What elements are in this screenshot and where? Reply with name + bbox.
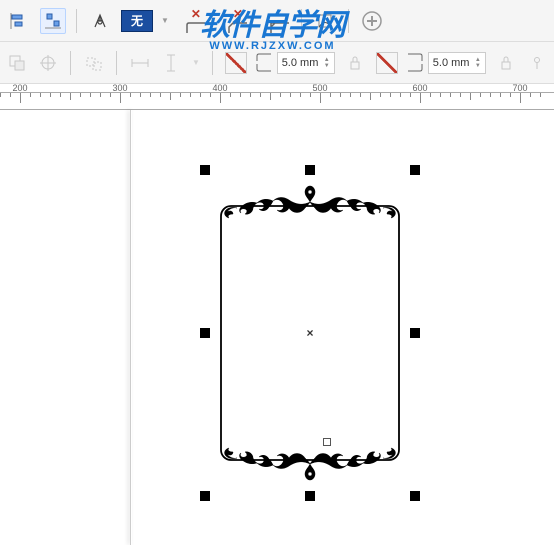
ruler-label: 600 (412, 83, 427, 93)
target-button[interactable] (37, 50, 58, 76)
handle-mid-left[interactable] (200, 328, 210, 338)
caret-icon: ▼ (192, 58, 200, 67)
handle-mid-right[interactable] (410, 328, 420, 338)
fill-none-button[interactable]: 无 (121, 10, 153, 32)
group-button[interactable] (83, 50, 104, 76)
corner-style-1-icon[interactable] (185, 21, 207, 35)
convert-curve-button[interactable] (312, 8, 338, 34)
corner-style-2-icon[interactable] (227, 21, 249, 35)
separator (212, 51, 213, 75)
separator (70, 51, 71, 75)
align-left-button[interactable] (6, 8, 32, 34)
pen-tool-button[interactable] (87, 8, 113, 34)
handle-top-left[interactable] (200, 165, 210, 175)
outline-color-swatch[interactable] (225, 52, 247, 74)
lock-button-2[interactable] (496, 50, 517, 76)
size-value-2: 5.0 mm (433, 57, 470, 69)
add-button[interactable] (359, 8, 385, 34)
wrap-button[interactable] (6, 50, 27, 76)
canvas-area[interactable]: × (0, 110, 554, 545)
separator (301, 9, 302, 33)
corner-radius-input-2[interactable]: 5.0 mm ▲▼ (428, 52, 486, 74)
ruler-label: 200 (12, 83, 27, 93)
separator (348, 9, 349, 33)
corner-tr-icon (406, 53, 424, 62)
handle-bottom-left[interactable] (200, 491, 210, 501)
handle-bottom-right[interactable] (410, 491, 420, 501)
dimension-v-button[interactable] (161, 50, 182, 76)
ornamental-frame (217, 200, 403, 466)
fill-color-swatch[interactable] (376, 52, 398, 74)
separator (116, 51, 117, 75)
handle-top-right[interactable] (410, 165, 420, 175)
ruler-label: 300 (112, 83, 127, 93)
lock-ratio-button[interactable] (345, 50, 366, 76)
handle-top-center[interactable] (305, 165, 315, 175)
corner-x-indicator-2: ✕ (233, 7, 243, 21)
corner-x-indicator: ✕ (191, 7, 201, 21)
fill-label: 无 (131, 12, 143, 29)
corner-style-3-icon[interactable] (269, 21, 291, 35)
node-marker[interactable] (323, 438, 331, 446)
fill-dropdown-caret[interactable]: ▼ (161, 16, 169, 25)
spinner-icon[interactable]: ▲▼ (324, 57, 330, 69)
page-edge (130, 110, 132, 545)
corner-br-icon (406, 63, 424, 72)
ruler-label: 500 (312, 83, 327, 93)
ruler-label: 400 (212, 83, 227, 93)
dimension-h-button[interactable] (129, 50, 151, 76)
ruler-label: 700 (512, 83, 527, 93)
handle-bottom-center[interactable] (305, 491, 315, 501)
property-bar-1: 无 ▼ ✕ ✕ (0, 0, 554, 42)
ornament-bottom (217, 442, 403, 482)
separator (76, 9, 77, 33)
corner-bl-icon (255, 63, 273, 72)
property-bar-2: ▼ 5.0 mm ▲▼ 5.0 mm ▲▼ (0, 42, 554, 84)
align-distribute-button[interactable] (40, 8, 66, 34)
selected-object[interactable]: × (205, 170, 415, 496)
size-value-1: 5.0 mm (282, 57, 319, 69)
spinner-icon[interactable]: ▲▼ (475, 57, 481, 69)
corner-tl-icon (255, 53, 273, 62)
apply-lock-button[interactable] (527, 50, 548, 76)
corner-radius-input-1[interactable]: 5.0 mm ▲▼ (277, 52, 335, 74)
ornament-top (217, 184, 403, 224)
ruler-horizontal[interactable]: 200 300 400 500 600 700 (0, 84, 554, 110)
